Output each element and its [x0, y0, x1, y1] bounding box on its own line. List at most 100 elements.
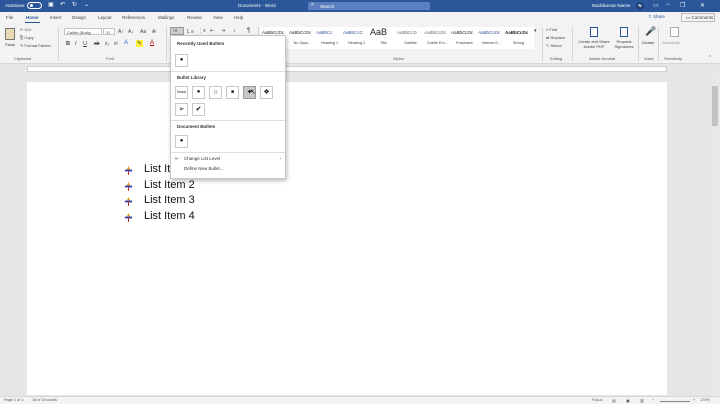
- font-color-icon[interactable]: A: [150, 40, 154, 46]
- web-layout-icon[interactable]: ▥: [640, 398, 644, 403]
- multilevel-list-icon[interactable]: ⋮≡: [198, 28, 206, 34]
- cut-button[interactable]: ✂ Cut: [20, 27, 31, 32]
- copy-button[interactable]: ⎘ Copy: [20, 35, 34, 40]
- font-name-field[interactable]: Calibri (Body): [64, 28, 102, 35]
- strikethrough-icon[interactable]: ab: [94, 41, 100, 47]
- select-button[interactable]: ↖ Select: [546, 43, 562, 48]
- format-painter-button[interactable]: ✎ Format Painter: [20, 43, 51, 48]
- increase-indent-icon[interactable]: ⇥: [221, 28, 225, 34]
- bullet-option-circle[interactable]: ○: [209, 86, 222, 99]
- tab-insert[interactable]: Insert: [50, 15, 61, 20]
- change-case-icon[interactable]: Aa: [140, 29, 146, 35]
- microphone-icon[interactable]: 🎤: [645, 26, 656, 37]
- font-size-field[interactable]: 11: [103, 28, 115, 35]
- paste-button[interactable]: Paste: [5, 42, 15, 47]
- dictate-button[interactable]: Dictate: [642, 40, 654, 45]
- scrollbar-thumb[interactable]: [712, 86, 718, 126]
- horizontal-ruler[interactable]: [0, 64, 720, 74]
- style-preview: AaBbCcDc: [289, 30, 312, 35]
- superscript-icon[interactable]: x²: [114, 41, 118, 47]
- divider: [166, 27, 167, 61]
- minimize-icon[interactable]: −: [666, 2, 670, 8]
- avatar[interactable]: N: [636, 2, 644, 10]
- restore-icon[interactable]: ❐: [680, 2, 685, 9]
- bold-icon[interactable]: B: [66, 41, 70, 47]
- bullet-option-arrow[interactable]: ➢: [175, 103, 188, 116]
- page-count[interactable]: Page 1 of 1: [4, 398, 23, 402]
- tab-review[interactable]: Review: [187, 15, 202, 20]
- ribbon-display-icon[interactable]: ▭: [653, 2, 659, 9]
- style-strong[interactable]: AaBbCcDc Strong: [503, 27, 534, 49]
- replace-button[interactable]: ⇄ Replace: [546, 35, 565, 40]
- tab-references[interactable]: References: [122, 15, 145, 20]
- sensitivity-icon[interactable]: [670, 27, 679, 37]
- grow-font-icon[interactable]: A↑: [118, 29, 124, 35]
- print-layout-icon[interactable]: ▣: [626, 398, 630, 403]
- clear-formatting-icon[interactable]: A̷: [152, 29, 155, 35]
- bullets-button[interactable]: ⁝≡: [170, 27, 184, 35]
- sensitivity-button[interactable]: Sensitivity: [662, 40, 680, 45]
- underline-icon[interactable]: U: [83, 41, 87, 47]
- find-label: Find: [549, 27, 558, 32]
- bullet-option-none[interactable]: None: [175, 86, 188, 99]
- tab-file[interactable]: File: [6, 15, 13, 20]
- sort-icon[interactable]: ↕: [233, 28, 236, 34]
- signature-icon[interactable]: [620, 27, 628, 37]
- paste-icon[interactable]: [5, 28, 15, 40]
- collapse-ribbon-icon[interactable]: ⌃: [708, 55, 712, 61]
- change-list-level-item[interactable]: ⇤ Change List Level ›: [175, 156, 285, 162]
- tab-layout[interactable]: Layout: [98, 15, 112, 20]
- subscript-icon[interactable]: x₂: [105, 41, 109, 47]
- zoom-out-icon[interactable]: −: [652, 398, 654, 402]
- customize-qat-icon[interactable]: ⌄: [84, 2, 89, 9]
- text-effects-icon[interactable]: A: [124, 40, 128, 46]
- vertical-scrollbar[interactable]: [710, 74, 720, 396]
- focus-button[interactable]: Focus: [592, 398, 602, 402]
- status-bar: Page 1 of 1 16 of 16 words Focus ▤ ▣ ▥ −…: [0, 396, 720, 404]
- styles-more-icon[interactable]: ▾: [534, 28, 537, 34]
- zoom-level[interactable]: 170%: [700, 398, 710, 402]
- zoom-in-icon[interactable]: +: [693, 398, 695, 402]
- submenu-arrow-icon: ›: [279, 156, 282, 161]
- word-count[interactable]: 16 of 16 words: [32, 398, 57, 402]
- divider: [638, 27, 639, 61]
- read-mode-icon[interactable]: ▤: [612, 398, 616, 403]
- create-share-pdf-button[interactable]: Create and Share Adobe PDF: [575, 39, 613, 49]
- share-button[interactable]: ⇪ Share: [648, 14, 665, 20]
- decrease-indent-icon[interactable]: ⇤: [210, 28, 214, 34]
- bullet-option-check[interactable]: ✔: [192, 103, 205, 116]
- bullet-option-square[interactable]: ■: [226, 86, 239, 99]
- define-new-bullet-label: Define New Bullet...: [184, 166, 224, 171]
- bullet-option-dot[interactable]: ●: [192, 86, 205, 99]
- tab-help[interactable]: Help: [234, 15, 243, 20]
- divider: [658, 27, 659, 61]
- zoom-slider[interactable]: [660, 401, 690, 402]
- shrink-font-icon[interactable]: A↓: [128, 29, 134, 35]
- tab-home[interactable]: Home: [25, 15, 40, 23]
- search-box[interactable]: ⌕ Search: [308, 2, 430, 10]
- redo-icon[interactable]: ↻: [72, 2, 77, 9]
- show-formatting-icon[interactable]: ¶: [247, 28, 250, 34]
- numbering-icon[interactable]: ⒈≡: [186, 28, 194, 35]
- autosave-toggle[interactable]: [27, 2, 42, 9]
- italic-icon[interactable]: I: [75, 41, 77, 47]
- document-page[interactable]: [27, 82, 667, 395]
- pdf-icon[interactable]: [590, 27, 598, 37]
- find-button[interactable]: ⌕ Find: [546, 27, 557, 32]
- highlight-icon[interactable]: ✎: [136, 40, 144, 47]
- save-icon[interactable]: ▣: [48, 2, 54, 9]
- bullet-option-document-dot[interactable]: ●: [175, 135, 188, 148]
- comments-button[interactable]: ▭ Comments: [681, 13, 715, 22]
- close-icon[interactable]: ✕: [700, 2, 705, 9]
- list-item-text: List Item 3: [144, 194, 195, 206]
- bullet-option-recent-dot[interactable]: ●: [175, 54, 188, 67]
- request-signatures-button[interactable]: Request Signatures: [612, 39, 636, 49]
- divider: [171, 120, 285, 121]
- tab-design[interactable]: Design: [72, 15, 86, 20]
- undo-icon[interactable]: ↶: [60, 2, 65, 9]
- tab-view[interactable]: View: [213, 15, 223, 20]
- tab-mailings[interactable]: Mailings: [158, 15, 175, 20]
- bullet-option-diamond[interactable]: ❖: [260, 86, 273, 99]
- define-new-bullet-item[interactable]: Define New Bullet...: [175, 166, 285, 171]
- user-name[interactable]: Nachikumar Nanne: [592, 3, 631, 8]
